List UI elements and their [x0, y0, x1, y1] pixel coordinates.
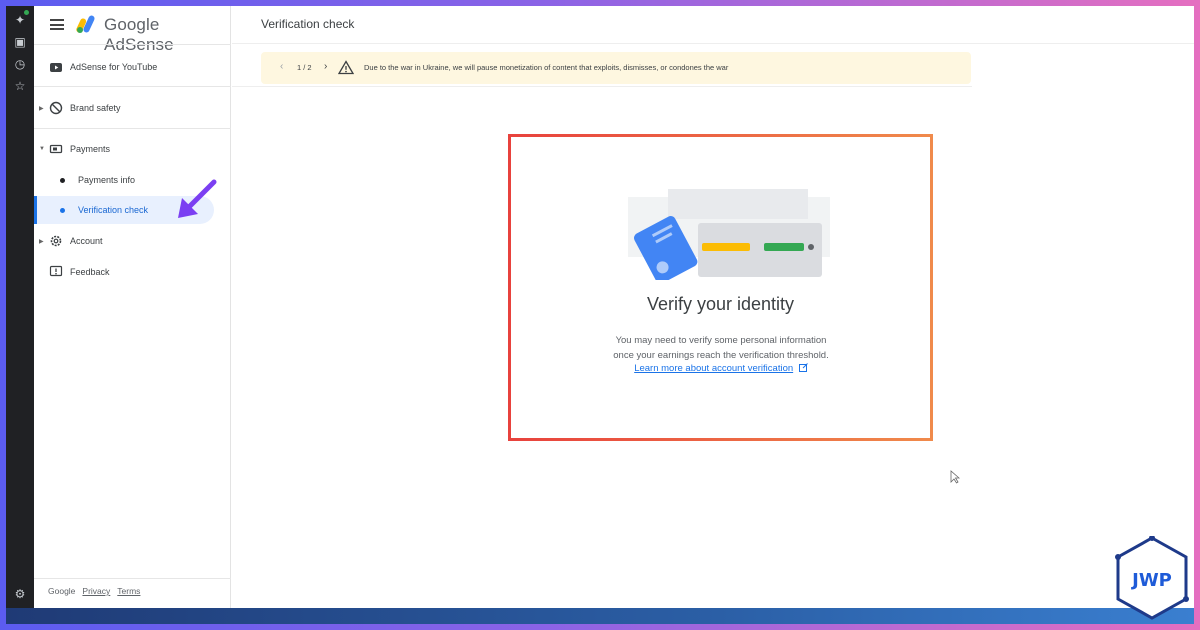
star-icon[interactable]: ☆ — [12, 78, 28, 94]
divider — [34, 86, 231, 87]
card-description: You may need to verify some personal inf… — [571, 333, 871, 363]
bullet-icon — [60, 178, 65, 183]
app-window: ✦ ▣ ◷ ☆ ⚙ Google AdSense AdSense for You… — [6, 6, 1194, 608]
sidebar-footer: Google Privacy Terms — [48, 586, 140, 596]
feedback-icon — [49, 265, 63, 277]
caret-right-icon: ▶ — [39, 105, 44, 112]
divider — [34, 128, 231, 129]
page-title: Verification check — [261, 17, 355, 31]
external-link-icon — [798, 363, 808, 372]
save-icon[interactable]: ▣ — [12, 34, 28, 50]
mouse-cursor-icon — [950, 470, 960, 484]
sidebar-item-account[interactable]: ▶ Account — [34, 227, 231, 255]
jwp-watermark-logo: JWP — [1115, 536, 1189, 620]
terms-link[interactable]: Terms — [117, 586, 140, 596]
sidebar-item-adsense-for-youtube[interactable]: AdSense for YouTube — [34, 53, 231, 81]
footer-google: Google — [48, 586, 76, 596]
caret-right-icon: ▶ — [39, 238, 44, 245]
sidebar-item-label: Brand safety — [70, 103, 121, 113]
brand-header: Google AdSense — [34, 6, 231, 54]
settings-icon[interactable]: ⚙ — [12, 586, 28, 602]
sidebar-item-feedback[interactable]: Feedback — [34, 258, 231, 286]
caret-down-icon: ▼ — [39, 146, 45, 152]
payments-icon — [49, 144, 63, 154]
warning-icon — [338, 60, 354, 75]
adsense-logo-icon — [76, 15, 95, 33]
sidebar-item-label: Feedback — [70, 267, 110, 277]
sidebar-item-label: Account — [70, 236, 103, 246]
card-title: Verify your identity — [646, 294, 795, 314]
chevron-left-icon[interactable]: ‹ — [280, 61, 283, 72]
learn-more-label: Learn more about account verification — [634, 363, 794, 374]
card-description-line: You may need to verify some personal inf… — [615, 335, 827, 346]
verify-identity-card: Verify your identity You may need to ver… — [508, 134, 933, 441]
sidebar-subitem-label: Payments info — [78, 175, 136, 185]
id-card-illustration — [628, 189, 830, 280]
sidebar-item-label: AdSense for YouTube — [70, 62, 158, 72]
svg-text:JWP: JWP — [1130, 570, 1172, 591]
brand-name: Google AdSense — [104, 15, 174, 54]
sidebar-item-payments[interactable]: ▼ Payments — [34, 135, 231, 163]
chevron-right-icon[interactable]: › — [324, 61, 327, 72]
bottom-strip — [6, 608, 1194, 624]
privacy-link[interactable]: Privacy — [82, 586, 110, 596]
sidebar: Google AdSense AdSense for YouTube ▶ Bra… — [34, 6, 231, 608]
banner-text: Due to the war in Ukraine, we will pause… — [364, 63, 729, 72]
top-bar: Verification check — [232, 6, 1194, 44]
history-icon[interactable]: ◷ — [12, 56, 28, 72]
sidebar-subitem-label: Verification check — [78, 205, 149, 215]
divider — [34, 44, 231, 45]
youtube-icon — [50, 63, 62, 72]
learn-more-link[interactable]: Learn more about account verification — [571, 363, 871, 374]
banner-counter: 1 / 2 — [297, 63, 312, 72]
menu-icon[interactable] — [50, 19, 64, 30]
card-description-line: once your earnings reach the verificatio… — [613, 350, 829, 361]
sidebar-item-label: Payments — [70, 144, 111, 154]
block-icon — [49, 101, 63, 115]
gear-icon — [50, 235, 62, 247]
announcement-banner: ‹ 1 / 2 › Due to the war in Ukraine, we … — [261, 52, 971, 84]
pointer-arrow-icon — [178, 179, 217, 218]
divider — [232, 86, 972, 87]
side-rail: ✦ ▣ ◷ ☆ ⚙ — [6, 6, 34, 608]
notification-dot — [24, 10, 29, 15]
sidebar-item-brand-safety[interactable]: ▶ Brand safety — [34, 94, 231, 122]
divider — [34, 578, 231, 579]
bullet-icon — [60, 208, 65, 213]
